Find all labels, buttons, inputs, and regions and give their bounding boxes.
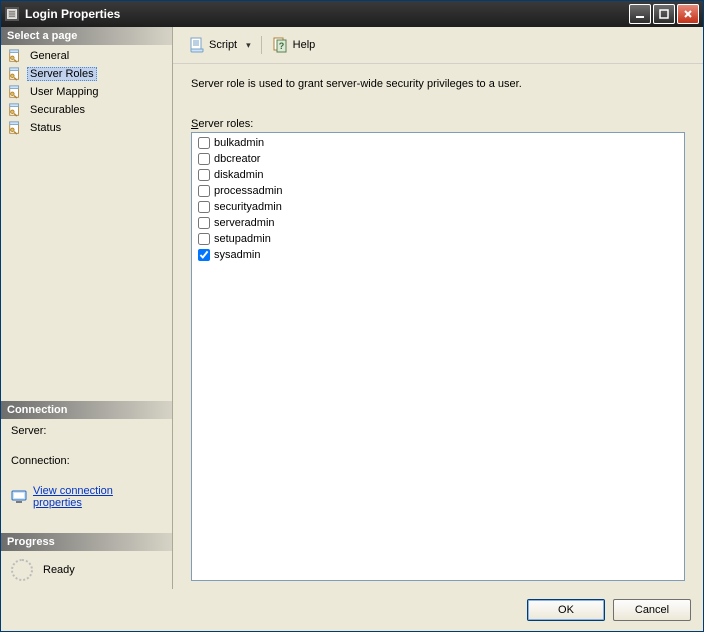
connection-label: Connection: (11, 455, 162, 467)
ok-button[interactable]: OK (527, 599, 605, 621)
progress-header: Progress (1, 533, 172, 551)
page-label: Securables (27, 103, 88, 117)
help-icon: ? (273, 37, 289, 53)
script-button[interactable]: Script (185, 35, 241, 55)
role-checkbox-sysadmin[interactable] (198, 249, 210, 261)
right-panel: Script ▾ ? Help Server role is used to g… (173, 27, 703, 589)
page-item-user-mapping[interactable]: User Mapping (1, 83, 172, 101)
toolbar: Script ▾ ? Help (173, 27, 703, 64)
connection-section: Server: Connection: View connection prop… (1, 419, 172, 533)
view-connection-properties-label: View connection properties (33, 485, 162, 509)
role-item-setupadmin[interactable]: setupadmin (194, 231, 682, 247)
role-item-processadmin[interactable]: processadmin (194, 183, 682, 199)
page-icon (7, 120, 23, 136)
page-item-server-roles[interactable]: Server Roles (1, 65, 172, 83)
role-item-securityadmin[interactable]: securityadmin (194, 199, 682, 215)
role-checkbox-dbcreator[interactable] (198, 153, 210, 165)
window-title: Login Properties (25, 7, 629, 21)
role-checkbox-setupadmin[interactable] (198, 233, 210, 245)
role-checkbox-securityadmin[interactable] (198, 201, 210, 213)
progress-status: Ready (43, 564, 75, 576)
login-properties-window: Login Properties Select a page GeneralSe… (0, 0, 704, 632)
minimize-button[interactable] (629, 4, 651, 24)
app-icon (5, 7, 19, 21)
role-checkbox-processadmin[interactable] (198, 185, 210, 197)
script-icon (189, 37, 205, 53)
page-label: Status (27, 121, 64, 135)
view-connection-properties-link[interactable]: View connection properties (11, 485, 162, 509)
connection-properties-icon (11, 488, 27, 507)
toolbar-separator (261, 36, 262, 54)
close-button[interactable] (677, 4, 699, 24)
progress-section: Ready (1, 551, 172, 589)
role-label: sysadmin (214, 249, 260, 261)
role-checkbox-diskadmin[interactable] (198, 169, 210, 181)
role-checkbox-bulkadmin[interactable] (198, 137, 210, 149)
page-icon (7, 66, 23, 82)
page-icon (7, 102, 23, 118)
help-button[interactable]: ? Help (269, 35, 320, 55)
role-label: setupadmin (214, 233, 271, 245)
cancel-button[interactable]: Cancel (613, 599, 691, 621)
titlebar[interactable]: Login Properties (1, 1, 703, 27)
role-checkbox-serveradmin[interactable] (198, 217, 210, 229)
connection-header: Connection (1, 401, 172, 419)
role-item-sysadmin[interactable]: sysadmin (194, 247, 682, 263)
role-label: bulkadmin (214, 137, 264, 149)
page-label: Server Roles (27, 67, 97, 81)
svg-text:?: ? (278, 41, 284, 51)
role-item-diskadmin[interactable]: diskadmin (194, 167, 682, 183)
page-label: General (27, 49, 72, 63)
help-label: Help (293, 39, 316, 51)
role-item-serveradmin[interactable]: serveradmin (194, 215, 682, 231)
progress-spinner-icon (11, 559, 33, 581)
role-label: processadmin (214, 185, 282, 197)
page-icon (7, 48, 23, 64)
page-list: General Server Roles User Mapping Securable… (1, 45, 172, 139)
role-label: diskadmin (214, 169, 264, 181)
maximize-button[interactable] (653, 4, 675, 24)
server-roles-listbox[interactable]: bulkadmin dbcreator diskadmin processadmin s… (191, 132, 685, 581)
page-icon (7, 84, 23, 100)
role-label: securityadmin (214, 201, 282, 213)
left-panel: Select a page General Server Roles User Ma… (1, 27, 173, 589)
description-text: Server role is used to grant server-wide… (191, 78, 685, 90)
role-item-dbcreator[interactable]: dbcreator (194, 151, 682, 167)
select-page-header: Select a page (1, 27, 172, 45)
page-item-securables[interactable]: Securables (1, 101, 172, 119)
page-item-general[interactable]: General (1, 47, 172, 65)
role-label: dbcreator (214, 153, 260, 165)
script-dropdown[interactable]: ▾ (243, 40, 254, 51)
role-label: serveradmin (214, 217, 275, 229)
page-label: User Mapping (27, 85, 101, 99)
server-label: Server: (11, 425, 162, 437)
server-roles-label: Server roles: (191, 118, 685, 130)
page-item-status[interactable]: Status (1, 119, 172, 137)
dialog-footer: OK Cancel (1, 589, 703, 631)
role-item-bulkadmin[interactable]: bulkadmin (194, 135, 682, 151)
script-label: Script (209, 39, 237, 51)
